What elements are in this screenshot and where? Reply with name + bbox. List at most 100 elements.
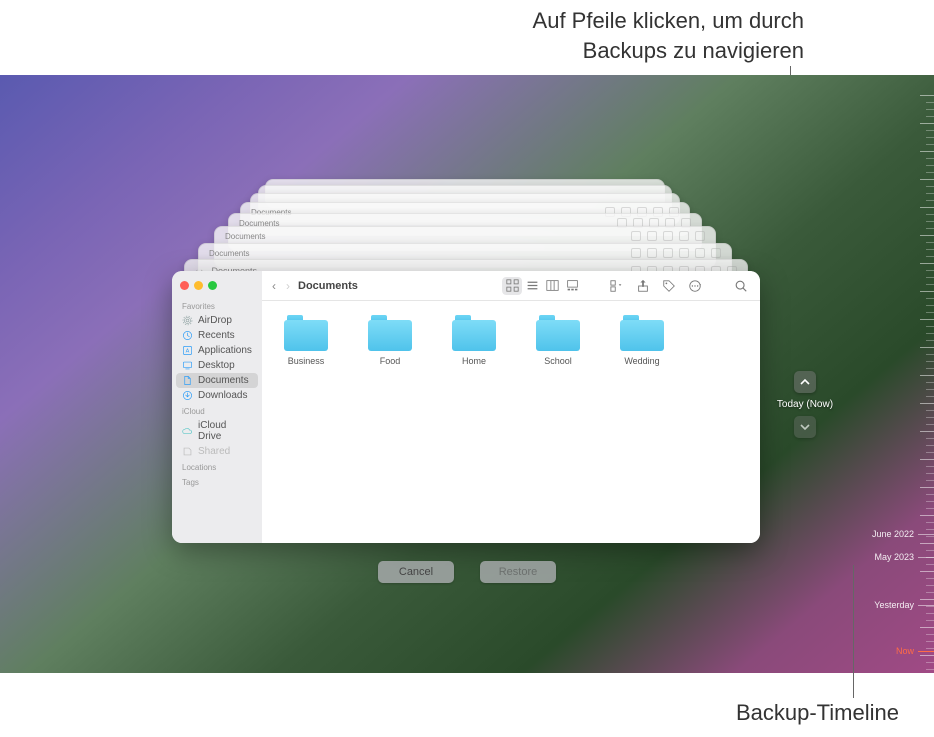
sidebar-item-downloads[interactable]: Downloads [172,388,262,403]
timeline-label[interactable]: May 2023 [874,552,914,562]
callout-timeline: Backup-Timeline [736,700,899,726]
tag-button[interactable] [660,277,678,295]
backup-nav: Today (Now) [775,371,835,438]
finder-window: Favorites AirDropRecentsAApplicationsDes… [172,271,760,543]
folder-business[interactable]: Business [276,315,336,366]
sidebar-item-desktop[interactable]: Desktop [172,358,262,373]
timeline-tick [926,102,934,103]
downloads-icon [182,390,193,401]
sidebar-item-airdrop[interactable]: AirDrop [172,313,262,328]
sidebar-item-documents[interactable]: Documents [176,373,258,388]
timeline-tick [920,95,934,96]
timeline-tick [926,564,934,565]
close-button[interactable] [180,281,189,290]
view-switcher [502,277,582,295]
timeline-tick [926,438,934,439]
timeline-tick [920,123,934,124]
timeline-tick [926,522,934,523]
icloud-icon [182,426,193,437]
group-by-button[interactable] [608,277,626,295]
sidebar-item-applications[interactable]: AApplications [172,343,262,358]
timeline-tick [926,109,934,110]
apps-icon: A [182,345,193,356]
timeline-label[interactable]: June 2022 [872,529,914,539]
newer-backup-button[interactable] [794,416,816,438]
timeline-tick [926,214,934,215]
gallery-view-button[interactable] [562,277,582,295]
column-view-button[interactable] [542,277,562,295]
action-bar: Cancel Restore [0,561,934,583]
callout-line-1: Auf Pfeile klicken, um durch [533,6,804,36]
timeline-tick [926,130,934,131]
minimize-button[interactable] [194,281,203,290]
older-backup-button[interactable] [794,371,816,393]
timeline-tick [926,242,934,243]
timeline-tick [926,473,934,474]
timeline-tick [926,200,934,201]
timeline-tick [926,249,934,250]
timeline-tick [920,487,934,488]
timeline-tick [920,319,934,320]
recents-icon [182,330,193,341]
timeline-tick [926,326,934,327]
timeline-tick [920,179,934,180]
timeline-tick [926,620,934,621]
timeline-tick [926,501,934,502]
timeline-tick [926,298,934,299]
current-backup-label: Today (Now) [775,399,835,410]
timeline-tick [920,235,934,236]
action-button[interactable] [686,277,704,295]
time-machine-desktop: Documents Documents Documents Documents … [0,75,934,673]
sidebar-head-locations: Locations [172,459,262,474]
timeline-tick [926,585,934,586]
folder-label: Wedding [624,356,659,366]
sidebar-item-icloud-drive[interactable]: iCloud Drive [172,418,262,444]
timeline-tick [926,270,934,271]
share-button[interactable] [634,277,652,295]
timeline-tick [920,627,934,628]
timeline-tick [926,333,934,334]
timeline-tick [926,186,934,187]
timeline-tick [920,207,934,208]
folder-label: Business [288,356,325,366]
zoom-button[interactable] [208,281,217,290]
sidebar-item-label: iCloud Drive [198,420,252,442]
timeline-tick [926,613,934,614]
sidebar-head-icloud: iCloud [172,403,262,418]
finder-toolbar: ‹ › Documents [262,271,760,301]
timeline-tick [920,459,934,460]
backup-timeline[interactable]: June 2022 May 2023 Yesterday Now [862,75,934,673]
timeline-tick [926,389,934,390]
timeline-tick [926,445,934,446]
timeline-tick [920,599,934,600]
callout-timeline-line [853,565,854,698]
timeline-tick [926,256,934,257]
folder-wedding[interactable]: Wedding [612,315,672,366]
folder-home[interactable]: Home [444,315,504,366]
icon-view-button[interactable] [502,277,522,295]
restore-button[interactable]: Restore [480,561,556,583]
timeline-tick [926,354,934,355]
airdrop-icon [182,315,193,326]
sidebar-head-tags: Tags [172,474,262,489]
cancel-button[interactable]: Cancel [378,561,454,583]
folder-school[interactable]: School [528,315,588,366]
sidebar-item-label: Recents [198,330,235,341]
timeline-tick [926,340,934,341]
timeline-tick [926,137,934,138]
finder-content[interactable]: Business Food Home School Wedding [262,301,760,543]
sidebar-item-recents[interactable]: Recents [172,328,262,343]
list-view-button[interactable] [522,277,542,295]
timeline-label[interactable]: Now [896,646,914,656]
search-button[interactable] [732,277,750,295]
timeline-tick [926,634,934,635]
folder-food[interactable]: Food [360,315,420,366]
forward-button[interactable]: › [286,279,290,293]
timeline-tick [926,669,934,670]
sidebar-item-shared[interactable]: Shared [172,444,262,459]
timeline-label[interactable]: Yesterday [874,600,914,610]
folder-icon [620,315,664,351]
back-button[interactable]: ‹ [272,279,276,293]
folder-icon [368,315,412,351]
sidebar-item-label: Desktop [198,360,235,371]
